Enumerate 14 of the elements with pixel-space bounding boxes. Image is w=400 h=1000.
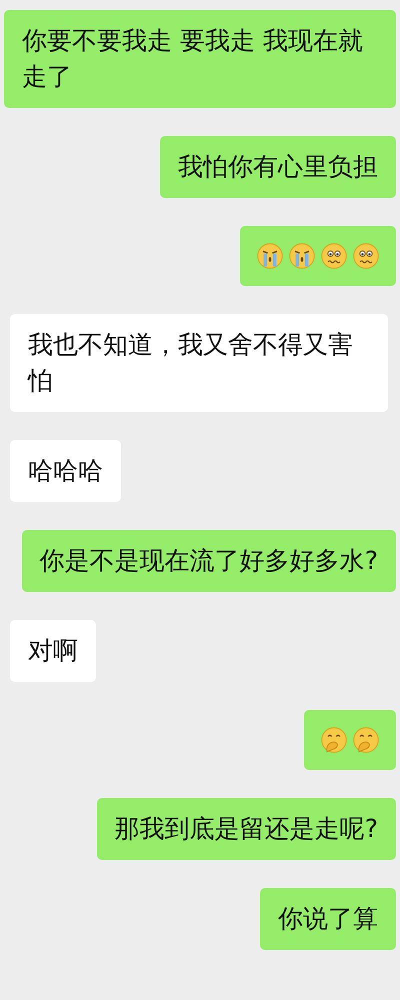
giggling-face-icon [320, 726, 348, 754]
message-bubble: 你说了算 [260, 888, 396, 950]
worried-face-icon [320, 242, 348, 270]
message-bubble: 我也不知道，我又舍不得又害怕 [10, 314, 388, 412]
worried-face-icon [352, 242, 380, 270]
message-bubble: 你要不要我走 要我走 我现在就走了 [4, 10, 396, 108]
crying-face-icon [288, 242, 316, 270]
crying-face-icon [256, 242, 284, 270]
message-bubble: 我怕你有心里负担 [160, 136, 396, 198]
message-bubble: 对啊 [10, 620, 96, 682]
message-bubble: 哈哈哈 [10, 440, 121, 502]
giggling-face-icon [352, 726, 380, 754]
message-bubble: 你是不是现在流了好多好多水? [22, 530, 396, 592]
message-bubble: 那我到底是留还是走呢? [96, 798, 396, 860]
